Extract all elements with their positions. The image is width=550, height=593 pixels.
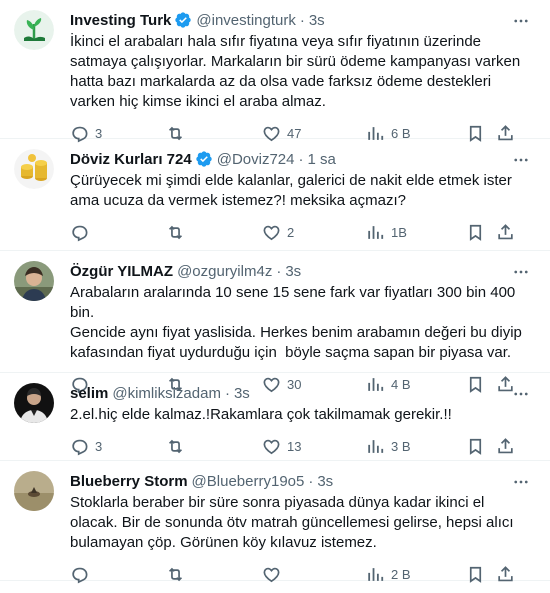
share-icon <box>496 223 515 242</box>
verified-badge-icon <box>174 11 192 29</box>
avatar[interactable] <box>14 471 54 511</box>
share-button[interactable] <box>496 223 516 242</box>
more-options-icon[interactable] <box>512 385 530 403</box>
like-button[interactable]: 13 <box>262 437 366 456</box>
reply-icon <box>70 437 89 456</box>
view-count: 2 B <box>391 566 411 582</box>
analytics-icon <box>366 223 385 242</box>
separator-dot: · <box>298 150 304 168</box>
display-name[interactable]: selim <box>70 385 108 402</box>
analytics-icon <box>366 437 385 456</box>
tweet[interactable]: Investing Turk @investingturk · 3s İkinc… <box>0 0 550 139</box>
profile-photo-icon <box>14 383 54 423</box>
bookmark-icon <box>466 223 485 242</box>
retweet-button[interactable] <box>166 223 262 242</box>
retweet-button[interactable] <box>166 437 262 456</box>
timestamp[interactable]: 3s <box>317 473 333 490</box>
reply-count: 3 <box>95 438 103 454</box>
tweet-text: 2.el.hiç elde kalmaz.!Rakamlara çok taki… <box>70 406 452 423</box>
more-options-icon[interactable] <box>512 263 530 281</box>
tweet-actions: 2 1B <box>70 213 534 251</box>
reply-button[interactable]: 3 <box>70 437 166 456</box>
tweet[interactable]: Döviz Kurları 724 @Doviz724 · 1 sa Çürüy… <box>0 139 550 251</box>
separator-dot: · <box>224 384 230 402</box>
like-count: 13 <box>287 438 302 454</box>
tweet[interactable]: Özgür YILMAZ @ozguryilm4z · 3s Arabaları… <box>0 251 550 373</box>
handle[interactable]: @ozguryilm4z <box>177 263 272 280</box>
display-name[interactable]: Blueberry Storm <box>70 473 188 490</box>
heart-icon <box>262 223 281 242</box>
avatar[interactable] <box>14 383 54 423</box>
tweet-text: Stoklarla beraber bir süre sonra piyasad… <box>70 494 518 551</box>
display-name[interactable]: Özgür YILMAZ <box>70 263 173 280</box>
bookmark-button[interactable] <box>466 223 496 242</box>
investing-turk-logo-icon <box>14 10 54 50</box>
handle[interactable]: @Doviz724 <box>217 151 295 168</box>
profile-photo-icon <box>14 261 54 301</box>
handle[interactable]: @Blueberry19o5 <box>192 473 305 490</box>
views-button[interactable]: 3 B <box>366 437 466 456</box>
separator-dot: · <box>276 262 282 280</box>
avatar[interactable] <box>14 10 54 50</box>
view-count: 1B <box>391 224 407 240</box>
timestamp[interactable]: 3s <box>285 263 301 280</box>
separator-dot: · <box>299 11 305 29</box>
timeline-feed: Investing Turk @investingturk · 3s İkinc… <box>0 0 550 581</box>
display-name[interactable]: Investing Turk <box>70 12 171 29</box>
tweet-text: İkinci el arabaları hala sıfır fiyatına … <box>70 33 525 110</box>
reply-button[interactable] <box>70 223 166 242</box>
like-count: 2 <box>287 224 295 240</box>
avatar[interactable] <box>14 149 54 189</box>
timestamp[interactable]: 1 sa <box>307 151 335 168</box>
more-options-icon[interactable] <box>512 12 530 30</box>
heart-icon <box>262 437 281 456</box>
handle[interactable]: @kimliksizadam <box>112 385 221 402</box>
view-count: 3 B <box>391 438 411 454</box>
coins-avatar-icon <box>14 149 54 189</box>
bookmark-icon <box>466 437 485 456</box>
tweet-text: Arabaların aralarında 10 sene 15 sene fa… <box>70 284 522 361</box>
like-button[interactable]: 2 <box>262 223 366 242</box>
tweet-actions: 3 13 3 B <box>70 427 534 465</box>
bookmark-button[interactable] <box>466 437 496 456</box>
views-button[interactable]: 1B <box>366 223 466 242</box>
separator-dot: · <box>308 472 314 490</box>
reply-icon <box>70 223 89 242</box>
verified-badge-icon <box>195 150 213 168</box>
timestamp[interactable]: 3s <box>234 385 250 402</box>
tweet-actions: 2 B <box>70 555 534 593</box>
tweet[interactable]: Blueberry Storm @Blueberry19o5 · 3s Stok… <box>0 461 550 581</box>
more-options-icon[interactable] <box>512 473 530 491</box>
tweet-text: Çürüyecek mi şimdi elde kalanlar, galeri… <box>70 172 517 209</box>
avatar[interactable] <box>14 261 54 301</box>
tweet[interactable]: selim @kimliksizadam · 3s 2.el.hiç elde … <box>0 373 550 461</box>
share-icon <box>496 437 515 456</box>
more-options-icon[interactable] <box>512 151 530 169</box>
timestamp[interactable]: 3s <box>309 12 325 29</box>
share-button[interactable] <box>496 437 516 456</box>
retweet-icon <box>166 437 185 456</box>
handle[interactable]: @investingturk <box>196 12 295 29</box>
display-name[interactable]: Döviz Kurları 724 <box>70 151 192 168</box>
retweet-icon <box>166 223 185 242</box>
profile-photo-icon <box>14 471 54 511</box>
